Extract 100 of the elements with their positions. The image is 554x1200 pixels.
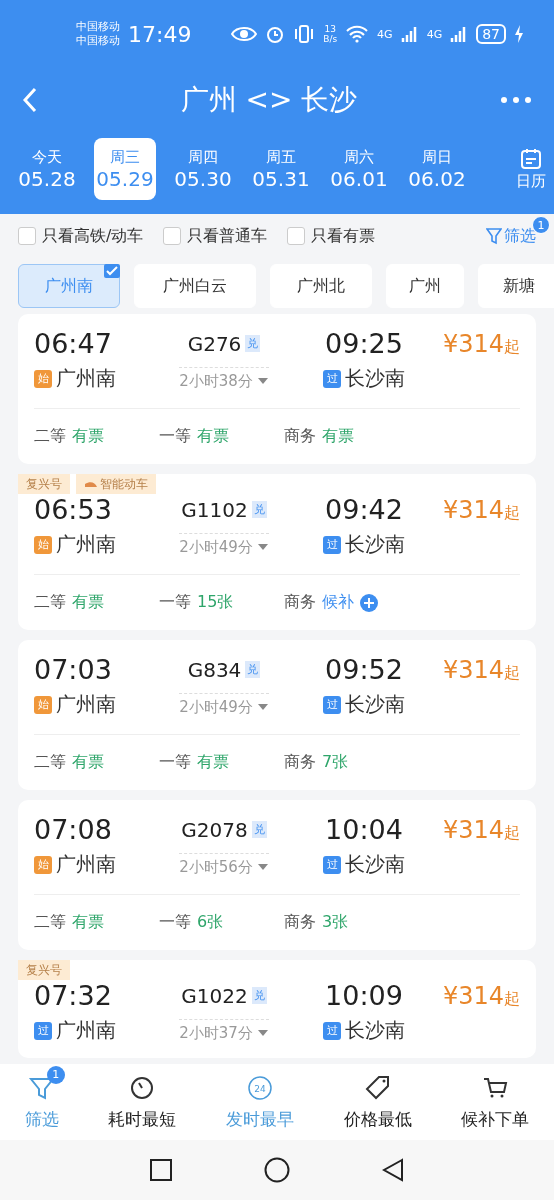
network-speed-unit: B/s [323,34,338,44]
bottom-tab[interactable]: 价格最低 [343,1073,412,1131]
train-number: G1022 [181,983,248,1008]
station-chip[interactable]: 新塘 [478,264,554,308]
seat-class: 商务 [284,426,316,447]
arrival-time: 09:42 [325,494,403,525]
train-card[interactable]: 06:47 G276 兑 09:25 ¥314起 始 广州南 2小时38分 过 长沙南 二等 有票 一等 有票 商务 有票 [18,314,536,464]
network-speed: 13 [324,24,336,34]
recents-icon[interactable] [150,1159,172,1181]
clock-icon: 24 [246,1073,274,1102]
seat-class: 一等 [159,912,191,933]
seat-class: 二等 [34,912,66,933]
date-tab[interactable]: 周三 05.29 [94,138,156,200]
train-number: G1102 [181,497,248,522]
seat-availability: 有票 [197,752,229,773]
carrier-label: 中国移动 [76,34,120,48]
seat-availability: 有票 [322,426,354,447]
network-label: 4G [426,27,443,41]
station-badge: 过 [323,1021,341,1040]
train-number: G834 [187,657,242,682]
seat-availability: 有票 [197,426,229,447]
calendar-button[interactable]: 日历 [516,147,546,191]
station-chip[interactable]: 广州 [386,264,464,308]
duration[interactable]: 2小时37分 [179,1018,269,1043]
exchange-badge: 兑 [251,821,267,838]
station-badge: 过 [323,695,341,714]
train-tag: 智能动车 [76,474,156,494]
seat-class: 商务 [284,752,316,773]
eye-icon [231,26,258,42]
dropdown-icon [256,863,269,871]
add-icon[interactable] [360,593,378,612]
seat-availability: 有票 [72,752,104,773]
station-badge: 始 [34,855,52,874]
back-icon[interactable] [382,1158,404,1182]
train-card[interactable]: 07:08 G2078 兑 10:04 ¥314起 始 广州南 2小时56分 过 长沙南 二等 有票 一等 6张 商务 3张 [18,800,536,950]
date-tab[interactable]: 周日 06.02 [406,138,468,200]
check-icon [104,264,120,278]
vibrate-icon [293,24,316,44]
filter-checkbox[interactable]: 只看有票 [287,225,376,247]
departure-time: 07:03 [34,654,113,685]
arrival-time: 10:04 [325,814,403,845]
arrival-station: 长沙南 [345,365,405,392]
train-card[interactable]: 07:03 G834 兑 09:52 ¥314起 始 广州南 2小时49分 过 长沙南 二等 有票 一等 有票 商务 7张 [18,640,536,790]
departure-station: 广州南 [56,365,116,392]
network-label: 4G [377,27,393,41]
station-badge: 过 [323,535,341,554]
arrival-station: 长沙南 [345,851,405,878]
seat-class: 一等 [159,752,191,773]
dropdown-icon [256,1029,269,1037]
departure-station: 广州南 [56,1017,116,1044]
price: ¥314起 [442,815,520,844]
station-chip[interactable]: 广州北 [270,264,372,308]
bottom-tab[interactable]: 耗时最短 [108,1073,177,1131]
page-title: 广州 <> 长沙 [179,82,359,118]
seat-availability: 有票 [72,426,104,447]
date-tab[interactable]: 今天 05.28 [16,138,78,200]
date-tab[interactable]: 周五 05.31 [250,138,312,200]
filter-checkbox[interactable]: 只看普通车 [163,225,268,247]
train-card[interactable]: 复兴号 智能动车 06:53 G1102 兑 09:42 ¥314起 始 广州南 2小时49分 过 长沙南 二等 有票 一等 15张 商务 候补 [18,474,536,630]
exchange-badge: 兑 [245,335,261,352]
station-chip[interactable]: 广州南 [18,264,120,308]
home-icon[interactable] [264,1157,290,1183]
date-tab[interactable]: 周四 05.30 [172,138,234,200]
price: ¥314起 [442,495,520,524]
seat-availability: 有票 [72,592,104,613]
train-card[interactable]: 复兴号 07:32 G1022 兑 10:09 ¥314起 过 广州南 2小时37分 过 长沙南 [18,960,536,1058]
filter-checkbox[interactable]: 只看高铁/动车 [18,225,144,247]
duration[interactable]: 2小时38分 [179,366,269,391]
calendar-icon [520,147,542,170]
station-badge: 过 [34,1021,52,1040]
seat-class: 二等 [34,592,66,613]
exchange-badge: 兑 [251,987,267,1004]
seat-class: 二等 [34,426,66,447]
bottom-tab[interactable]: 候补下单 [461,1073,530,1131]
filter-icon [486,227,502,245]
arrival-time: 09:52 [325,654,403,685]
station-badge: 过 [323,369,341,388]
seat-availability: 有票 [72,912,104,933]
seat-class: 一等 [159,592,191,613]
train-tag: 复兴号 [18,960,70,980]
alarm-icon [265,24,286,44]
more-icon[interactable] [500,96,532,104]
signal-icon [400,26,419,42]
departure-station: 广州南 [56,691,116,718]
dropdown-icon [256,703,269,711]
station-chip[interactable]: 广州白云 [134,264,256,308]
departure-time: 06:53 [34,494,113,525]
status-time: 17:49 [128,21,192,47]
date-tab[interactable]: 周六 06.01 [328,138,390,200]
price: ¥314起 [442,981,520,1010]
duration[interactable]: 2小时49分 [179,532,269,557]
battery-level: 87 [476,24,506,44]
bottom-tab[interactable]: 24 发时最早 [226,1073,294,1131]
arrival-station: 长沙南 [345,1017,405,1044]
station-badge: 过 [323,855,341,874]
duration[interactable]: 2小时49分 [179,692,269,717]
duration[interactable]: 2小时56分 [179,852,269,877]
seat-availability: 15张 [197,592,234,613]
departure-time: 07:08 [34,814,113,845]
departure-time: 07:32 [34,980,113,1011]
